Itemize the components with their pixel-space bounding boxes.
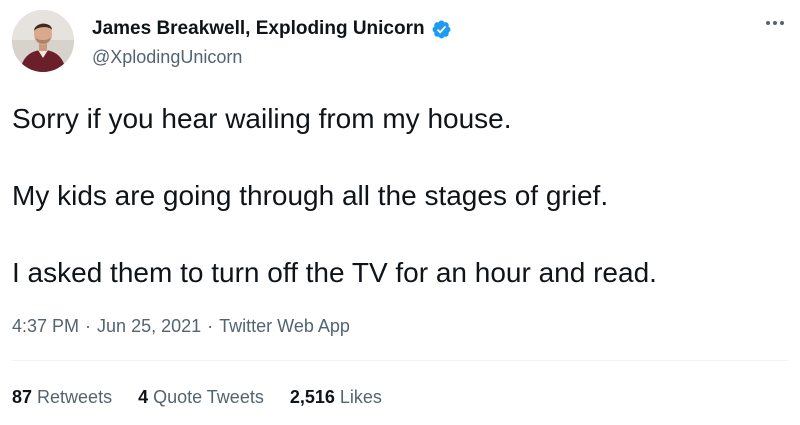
tweet-line: Sorry if you hear wailing from my house. [12, 103, 512, 134]
tweet-line: I asked them to turn off the TV for an h… [12, 257, 657, 288]
quote-tweets-label: Quote Tweets [153, 387, 264, 407]
tweet-source[interactable]: Twitter Web App [219, 316, 350, 336]
tweet-text: Sorry if you hear wailing from my house.… [12, 100, 782, 331]
verified-badge-icon [431, 19, 452, 40]
retweets-label: Retweets [37, 387, 113, 407]
retweets-stat[interactable]: 87 Retweets [12, 387, 112, 408]
tweet-card: James Breakwell, Exploding Unicorn @Xplo… [0, 0, 800, 425]
avatar-image [12, 10, 74, 72]
avatar[interactable] [12, 10, 74, 72]
likes-count: 2,516 [289, 387, 335, 407]
more-options-icon [766, 21, 784, 25]
tweet-line: My kids are going through all the stages… [12, 180, 609, 211]
likes-label: Likes [339, 387, 382, 407]
tweet-date[interactable]: Jun 25, 2021 [97, 316, 201, 336]
meta-separator: · [207, 316, 214, 336]
author-name-row: James Breakwell, Exploding Unicorn [92, 18, 452, 40]
retweets-count: 87 [12, 387, 33, 407]
more-options-button[interactable] [760, 12, 790, 34]
author-display-name[interactable]: James Breakwell, Exploding Unicorn [92, 18, 425, 40]
divider [12, 360, 788, 361]
tweet-time[interactable]: 4:37 PM [12, 316, 79, 336]
tweet-metadata: 4:37 PM · Jun 25, 2021 · Twitter Web App [12, 316, 350, 337]
tweet-stats: 87 Retweets 4 Quote Tweets 2,516 Likes [12, 387, 382, 408]
author-handle[interactable]: @XplodingUnicorn [92, 47, 242, 68]
meta-separator: · [85, 316, 92, 336]
quote-tweets-count: 4 [138, 387, 149, 407]
quote-tweets-stat[interactable]: 4 Quote Tweets [138, 387, 264, 408]
likes-stat[interactable]: 2,516 Likes [290, 387, 382, 408]
